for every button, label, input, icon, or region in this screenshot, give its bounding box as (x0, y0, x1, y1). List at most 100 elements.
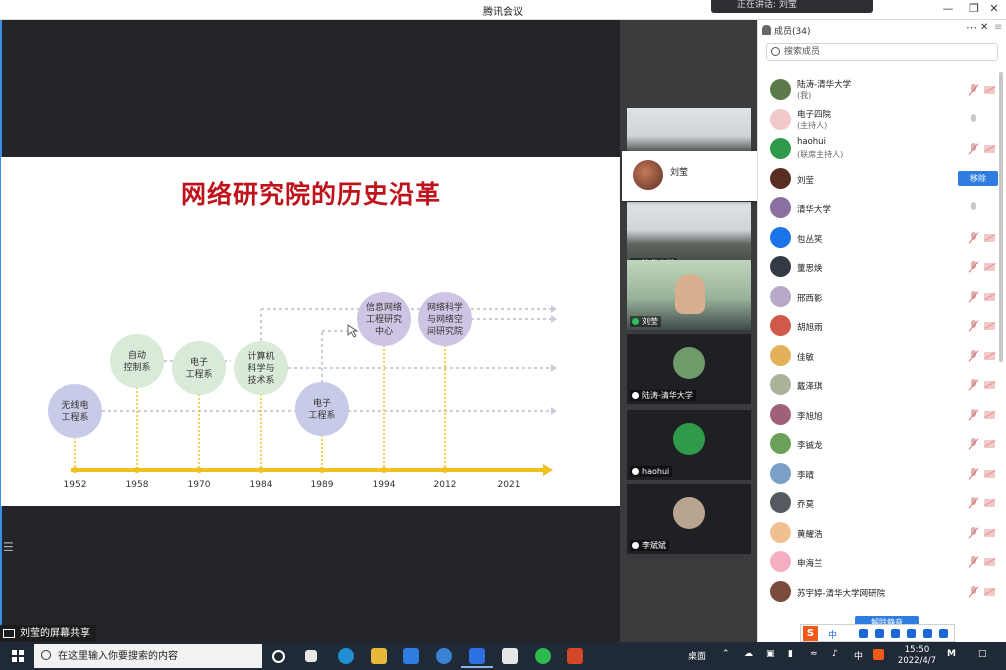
scrollbar[interactable] (999, 72, 1003, 362)
mic-muted-icon[interactable] (968, 349, 979, 362)
mic-muted-icon[interactable] (968, 526, 979, 539)
mic-muted-icon[interactable] (968, 84, 979, 96)
mic-muted-icon[interactable] (968, 585, 979, 598)
close-panel-icon[interactable]: ✕ (980, 22, 988, 33)
taskbar-search-input[interactable] (58, 648, 258, 664)
grid-icon[interactable] (939, 629, 948, 638)
member-row[interactable]: 李铖龙 (758, 430, 998, 460)
camera-off-icon[interactable] (984, 145, 995, 153)
mic-muted-icon[interactable] (968, 143, 979, 155)
member-row[interactable]: 申海兰 (758, 548, 998, 578)
camera-off-icon[interactable] (984, 499, 995, 507)
mic-muted-icon[interactable] (968, 467, 979, 480)
ime-indicator[interactable]: 中 (854, 649, 863, 662)
close-icon[interactable]: ✕ (986, 2, 1002, 16)
member-row[interactable]: 戴泽琪 (758, 371, 998, 401)
wechat-icon[interactable] (535, 648, 551, 664)
wifi-icon[interactable]: ≈ (810, 649, 818, 659)
desktop-label[interactable]: 桌面 (688, 649, 706, 662)
voice-icon[interactable] (875, 629, 884, 638)
mic-icon[interactable] (969, 113, 978, 126)
member-row[interactable]: 胡旭雨 (758, 312, 998, 342)
mic-muted-icon[interactable] (968, 320, 979, 332)
widgets-icon[interactable] (305, 650, 317, 662)
edge-icon[interactable] (338, 648, 354, 664)
taskbar-search[interactable] (34, 644, 262, 668)
video-tile[interactable]: 李斌斌 (627, 484, 751, 554)
powerpoint-icon[interactable] (567, 648, 583, 664)
mic-icon[interactable] (969, 202, 978, 214)
mic-muted-icon[interactable] (968, 231, 979, 244)
tencent-meeting-icon[interactable] (461, 648, 493, 668)
member-row[interactable]: 李旭旭 (758, 401, 998, 431)
keyboard-icon[interactable] (891, 629, 900, 638)
cloud-icon[interactable]: ☁ (744, 649, 753, 659)
camera-off-icon[interactable] (984, 233, 995, 242)
camera-off-icon[interactable] (984, 410, 995, 419)
ime-mode[interactable]: 中 (828, 628, 837, 641)
app-icon[interactable] (502, 648, 518, 664)
camera-off-icon[interactable] (984, 86, 995, 94)
notification-icon[interactable]: □ (978, 649, 987, 659)
member-row[interactable]: 李晴 (758, 460, 998, 490)
member-row[interactable]: 陆涛-清华大学 (我) (758, 76, 998, 106)
camera-off-icon[interactable] (984, 351, 995, 360)
file-explorer-icon[interactable] (371, 648, 387, 664)
member-row[interactable]: 苏宇婷-清华大学网研院 (758, 578, 998, 608)
sogou-tray-icon[interactable] (873, 649, 884, 660)
mail-icon[interactable] (403, 648, 419, 664)
skin-icon[interactable] (923, 629, 932, 638)
camera-off-icon[interactable] (984, 381, 995, 389)
mic-muted-icon[interactable] (968, 379, 979, 391)
member-row[interactable]: 董思焕 (758, 253, 998, 283)
member-search[interactable] (766, 43, 998, 61)
member-row[interactable]: haohui (联席主持人) (758, 135, 998, 165)
timeline-node (48, 384, 102, 438)
chevron-up-icon[interactable]: ⌃ (722, 649, 730, 659)
windows-start-icon[interactable] (12, 650, 24, 662)
remove-button[interactable]: 移除 (958, 170, 998, 186)
mic-muted-icon[interactable] (968, 438, 979, 450)
ime-toolbar[interactable]: S 中 (800, 624, 955, 642)
member-row[interactable]: 佳敏 (758, 342, 998, 372)
more-icon[interactable]: ⋯ (966, 21, 977, 34)
camera-off-icon[interactable] (984, 292, 995, 301)
toolbox-icon[interactable] (907, 629, 916, 638)
mic-muted-icon[interactable] (968, 408, 979, 421)
camera-off-icon[interactable] (984, 528, 995, 537)
app-tray-icon[interactable]: M (947, 649, 956, 659)
camera-off-icon[interactable] (984, 558, 995, 566)
member-row[interactable]: 刘莹 移除 (758, 165, 998, 195)
camera-off-icon[interactable] (984, 440, 995, 448)
battery-icon[interactable]: ▮ (788, 649, 793, 659)
search-input[interactable] (784, 45, 984, 59)
member-row[interactable]: 清华大学 (758, 194, 998, 224)
display-icon[interactable]: ▣ (766, 649, 775, 659)
volume-icon[interactable]: ♪ (832, 649, 838, 659)
emoji-icon[interactable] (859, 629, 868, 638)
member-row[interactable]: 包丛笑 (758, 224, 998, 254)
mic-muted-icon[interactable] (968, 497, 979, 509)
video-tile[interactable]: 陆涛-清华大学 (627, 334, 751, 404)
member-row[interactable]: 乔莫 (758, 489, 998, 519)
video-tile[interactable]: 刘莹 (627, 260, 751, 330)
video-tile[interactable]: haohui (627, 410, 751, 480)
restore-icon[interactable]: ❐ (966, 2, 982, 16)
member-row[interactable]: 电子四院 (主持人) (758, 106, 998, 136)
mic-muted-icon[interactable] (968, 556, 979, 568)
camera-off-icon[interactable] (984, 587, 995, 596)
menu-icon[interactable]: ≡ (994, 22, 1002, 33)
task-view-icon[interactable] (272, 650, 285, 663)
browser-icon[interactable] (436, 648, 452, 664)
list-icon[interactable]: ☰ (3, 540, 23, 556)
camera-off-icon[interactable] (984, 263, 995, 271)
member-row[interactable]: 邢西影 (758, 283, 998, 313)
mic-muted-icon[interactable] (968, 261, 979, 273)
member-row[interactable]: 黄耀浩 (758, 519, 998, 549)
minimize-icon[interactable]: — (940, 2, 956, 16)
sogou-icon[interactable]: S (803, 626, 818, 641)
mic-muted-icon[interactable] (968, 290, 979, 303)
camera-off-icon[interactable] (984, 469, 995, 478)
clock[interactable]: 15:50 2022/4/7 (897, 645, 937, 667)
camera-off-icon[interactable] (984, 322, 995, 330)
